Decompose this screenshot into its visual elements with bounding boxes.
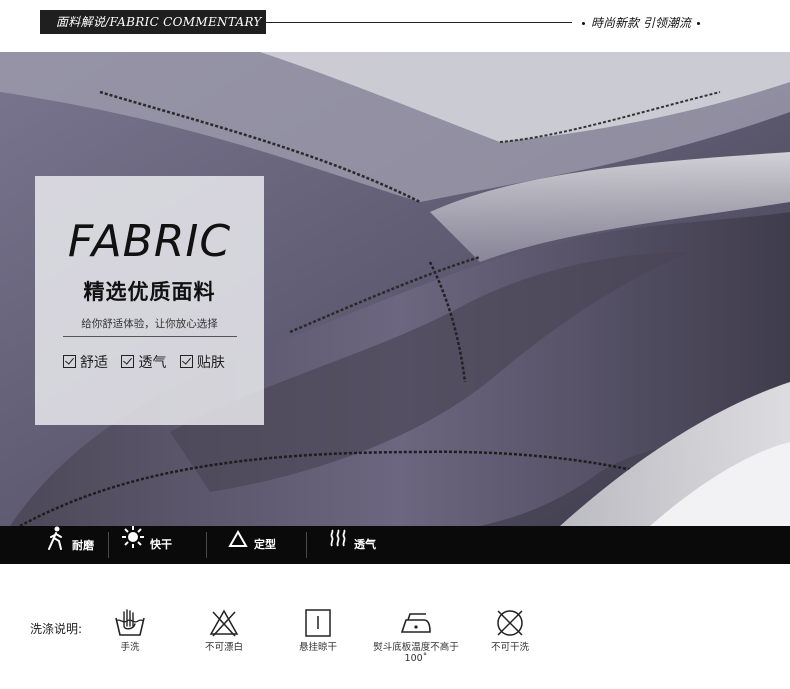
wash-item-iron: 熨斗底板温度不高于100˚ [366, 608, 466, 664]
checkbox-icon [63, 355, 76, 368]
card-checks: 舒适 透气 贴肤 [63, 352, 253, 374]
checkbox-icon [179, 355, 193, 368]
hang-dry-icon [305, 609, 331, 637]
header-divider [266, 22, 572, 23]
feature-label: 耐磨 [72, 539, 94, 552]
feature-label: 透气 [354, 538, 376, 551]
no-bleach-icon [209, 609, 239, 637]
checkbox-icon [121, 355, 135, 368]
no-dry-clean-icon [497, 610, 523, 636]
triangle-icon [228, 526, 248, 564]
feature-label: 定型 [254, 538, 276, 551]
feature-separator [108, 532, 109, 558]
dot-icon [582, 22, 585, 25]
feature-breathable: 透气 [328, 526, 376, 564]
card-title: FABRIC [67, 216, 232, 267]
check-label: 贴肤 [196, 355, 225, 371]
wash-item-hang-dry: 悬挂晾干 [268, 608, 368, 653]
wash-text: 不可干洗 [490, 642, 529, 653]
card-description: 给你舒适体验，让你放心选择 [81, 318, 218, 330]
feature-separator [306, 532, 307, 558]
section-title-tag: 面料解说/FABRIC COMMENTARY [40, 10, 266, 34]
dot-icon [696, 22, 700, 25]
air-waves-icon [328, 526, 348, 564]
walking-person-icon [46, 526, 66, 566]
card-divider [63, 336, 237, 337]
feature-shape-retention: 定型 [228, 526, 276, 564]
iron-low-icon [400, 613, 431, 633]
feature-label: 快干 [150, 538, 172, 551]
wash-item-no-bleach: 不可漂白 [174, 608, 274, 653]
hand-wash-icon [115, 609, 145, 636]
section-header: 面料解说/FABRIC COMMENTARY 時尚新款 引领潮流 [0, 0, 790, 52]
check-skin: 贴肤 [179, 352, 225, 374]
check-comfort: 舒适 [63, 352, 108, 374]
wash-text: 手洗 [120, 642, 140, 653]
fabric-info-card: FABRIC 精选优质面料 给你舒适体验，让你放心选择 舒适 透气 贴肤 [35, 176, 264, 425]
feature-bar: 耐磨 快干 定型 透气 [0, 526, 790, 564]
sun-icon [122, 526, 144, 564]
check-breathable: 透气 [121, 352, 166, 374]
feature-quick-dry: 快干 [122, 526, 172, 564]
check-label: 透气 [138, 355, 167, 371]
feature-separator [206, 532, 207, 558]
wash-item-no-dry-clean: 不可干洗 [460, 608, 560, 653]
wash-instructions-label: 洗涤说明: [30, 622, 83, 636]
fabric-photo: FABRIC 精选优质面料 给你舒适体验，让你放心选择 舒适 透气 贴肤 [0, 52, 790, 526]
wash-text: 悬挂晾干 [298, 642, 337, 653]
check-label: 舒适 [80, 355, 108, 371]
header-slogan: 時尚新款 引领潮流 [591, 16, 691, 30]
card-subtitle: 精选优质面料 [83, 280, 216, 304]
header-slogan-wrap: 時尚新款 引领潮流 [576, 12, 776, 34]
wash-text: 熨斗底板温度不高于100˚ [373, 642, 459, 664]
wash-item-hand-wash: 手洗 [80, 608, 180, 653]
wash-text: 不可漂白 [204, 642, 243, 653]
feature-wear-resistant: 耐磨 [46, 526, 94, 564]
